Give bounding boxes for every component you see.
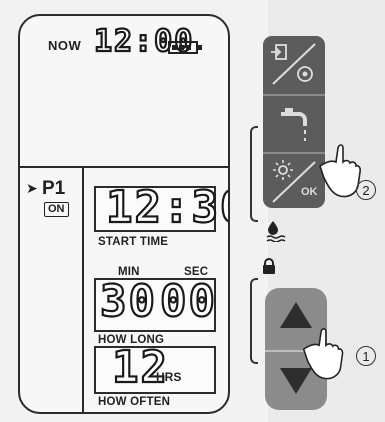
- mode-settings-icon: [271, 43, 316, 85]
- divider-horizontal: [20, 166, 228, 168]
- hours-unit-label: HRS: [156, 370, 182, 384]
- manual-water-button[interactable]: [263, 94, 325, 150]
- program-label: P1: [42, 178, 66, 199]
- control-button-group: OK: [263, 36, 325, 208]
- start-time-value: 12:30: [105, 181, 228, 234]
- ok-button[interactable]: OK: [263, 152, 325, 208]
- how-long-field[interactable]: 30 00: [94, 275, 217, 332]
- faucet-icon: [281, 108, 307, 141]
- program-on-badge: ON: [44, 202, 69, 217]
- how-often-field[interactable]: 12 HRS: [94, 341, 216, 394]
- start-time-label: START TIME: [98, 236, 169, 248]
- button-group-bracket: [250, 126, 258, 222]
- pointing-hand-icon: [302, 328, 344, 380]
- lcd-display: NOW 12:00 ➤ P1 ON 12:30 START TIME MIN S…: [18, 14, 230, 414]
- step-1-marker: 1: [356, 346, 376, 366]
- sun-ok-icon: [272, 160, 316, 203]
- divider-vertical: [82, 166, 84, 412]
- step-2-marker: 2: [356, 180, 376, 200]
- how-long-minutes: 30: [99, 275, 157, 328]
- mode-button[interactable]: [263, 36, 325, 92]
- water-drip-icon: [266, 221, 286, 242]
- arrow-group-bracket: [250, 278, 258, 364]
- how-long-seconds: 00: [159, 275, 217, 328]
- instruction-illustration: NOW 12:00 ➤ P1 ON 12:30 START TIME MIN S…: [0, 0, 385, 422]
- how-often-value: 12: [111, 341, 169, 394]
- battery-full-icon: [168, 41, 202, 54]
- start-time-field[interactable]: 12:30: [94, 181, 228, 234]
- lock-icon: [263, 258, 275, 274]
- program-pointer-icon: ➤: [26, 180, 38, 196]
- how-often-label: HOW OFTEN: [98, 396, 171, 408]
- now-label: NOW: [48, 38, 82, 53]
- ok-label: OK: [301, 186, 318, 198]
